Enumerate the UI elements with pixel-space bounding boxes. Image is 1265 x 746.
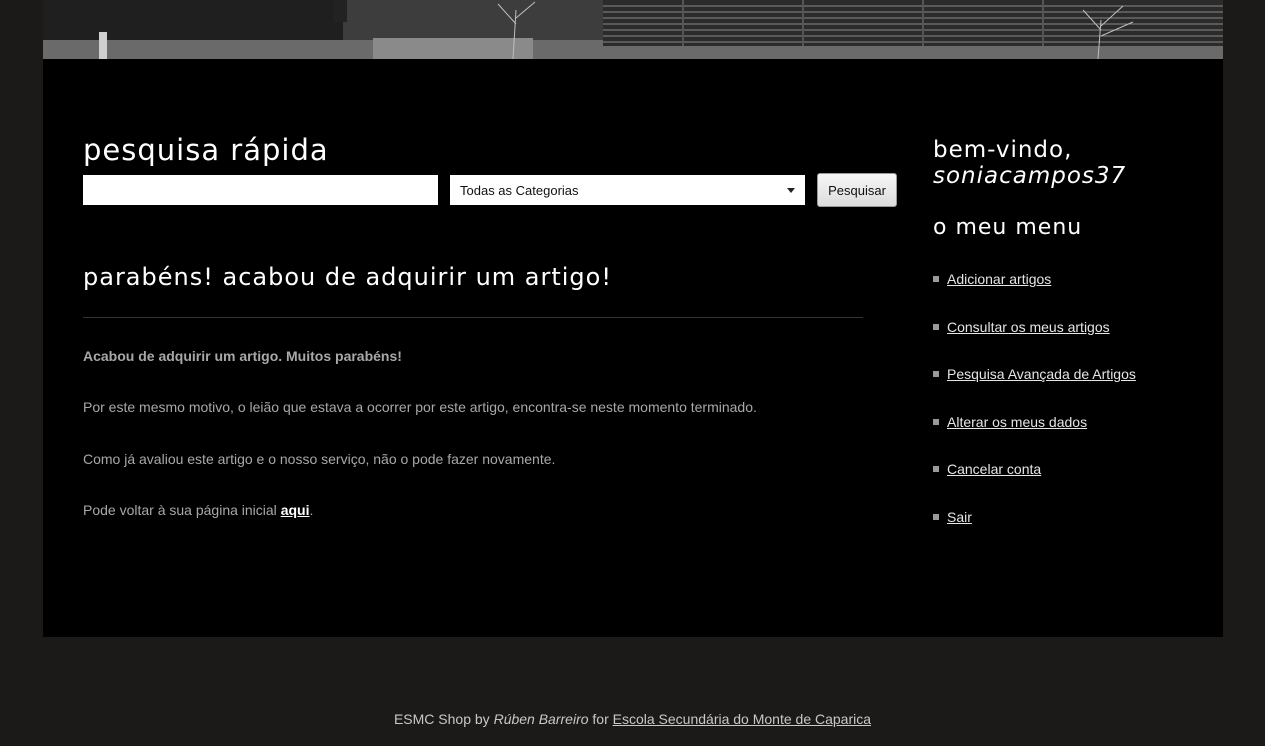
bullet-icon	[933, 418, 939, 425]
menu-item-logout: Sair	[933, 509, 1136, 557]
bullet-icon	[933, 513, 939, 520]
category-select-value: Todas as Categorias	[460, 182, 579, 198]
return-home-prefix: Pode voltar à sua página inicial	[83, 502, 281, 518]
menu-item-advanced-search: Pesquisa Avançada de Artigos	[933, 366, 1136, 414]
user-menu: Adicionar artigos Consultar os meus arti…	[933, 271, 1136, 557]
page: pesquisa rápida Todas as Categorias Pesq…	[0, 0, 1265, 746]
search-button[interactable]: Pesquisar	[817, 173, 897, 207]
menu-item-cancel-account: Cancelar conta	[933, 461, 1136, 509]
bullet-icon	[933, 466, 939, 473]
bullet-icon	[933, 323, 939, 330]
welcome-heading: bem-vindo, soniacampos37	[933, 137, 1126, 189]
username: soniacampos37	[933, 163, 1127, 189]
quick-search-title: pesquisa rápida	[83, 133, 329, 167]
menu-title: o meu menu	[933, 215, 1083, 240]
bullet-icon	[933, 371, 939, 378]
menu-link-cancel-account[interactable]: Cancelar conta	[947, 461, 1041, 477]
home-link[interactable]: aqui	[281, 502, 310, 518]
menu-link-add-items[interactable]: Adicionar artigos	[947, 271, 1051, 287]
footer-middle: for	[588, 711, 613, 727]
menu-link-advanced-search[interactable]: Pesquisa Avançada de Artigos	[947, 366, 1136, 382]
menu-link-edit-profile[interactable]: Alterar os meus dados	[947, 414, 1087, 430]
welcome-text: bem-vindo,	[933, 137, 1073, 163]
congrats-message: Acabou de adquirir um artigo. Muitos par…	[83, 348, 402, 364]
menu-item-add-items: Adicionar artigos	[933, 271, 1136, 319]
main-panel: pesquisa rápida Todas as Categorias Pesq…	[43, 59, 1223, 637]
return-home-message: Pode voltar à sua página inicial aqui.	[83, 502, 313, 518]
search-input[interactable]	[83, 175, 438, 205]
footer-school-link[interactable]: Escola Secundária do Monte de Caparica	[613, 711, 871, 727]
menu-item-edit-profile: Alterar os meus dados	[933, 414, 1136, 462]
category-select[interactable]: Todas as Categorias	[450, 175, 805, 205]
footer-prefix: ESMC Shop by	[393, 711, 494, 727]
menu-link-logout[interactable]: Sair	[947, 509, 972, 525]
bullet-icon	[933, 276, 939, 282]
divider	[83, 317, 863, 318]
already-rated-message: Como já avaliou este artigo e o nosso se…	[83, 451, 556, 467]
menu-item-my-items: Consultar os meus artigos	[933, 319, 1136, 367]
footer-author: Rúben Barreiro	[493, 711, 589, 727]
footer: ESMC Shop by Rúben Barreiro for Escola S…	[0, 711, 1265, 727]
chevron-down-icon	[787, 187, 795, 193]
auction-ended-message: Por este mesmo motivo, o leião que estav…	[83, 399, 757, 415]
content-title: parabéns! acabou de adquirir um artigo!	[83, 263, 612, 291]
return-home-suffix: .	[309, 502, 314, 518]
menu-link-my-items[interactable]: Consultar os meus artigos	[947, 319, 1110, 335]
header-banner-image	[43, 0, 1223, 59]
